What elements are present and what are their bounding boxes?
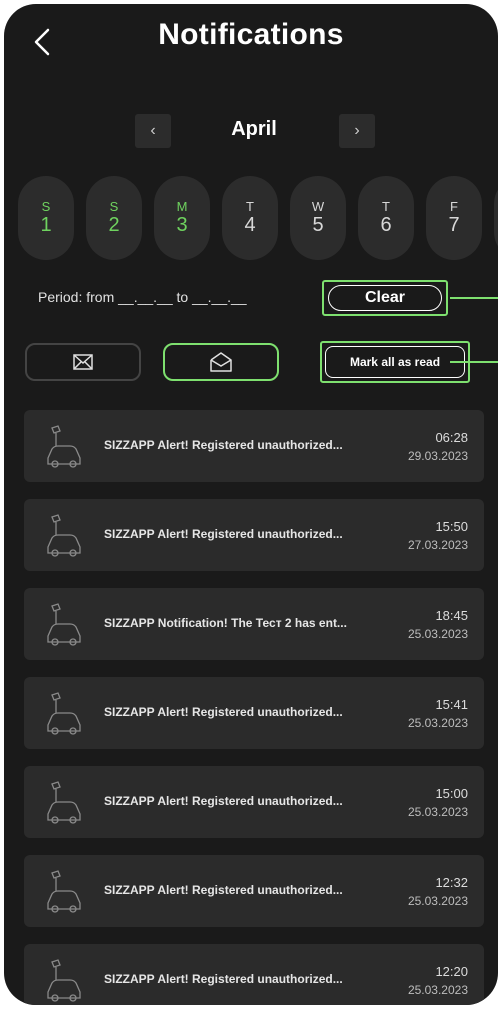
car-alarm-icon [47, 781, 81, 824]
car-alarm-icon [47, 692, 81, 735]
day-pill-partial[interactable] [494, 176, 498, 260]
notification-item[interactable]: SIZZAPP Alert! Registered unauthorized..… [24, 499, 484, 571]
day-letter: M [176, 199, 188, 214]
car-alarm-icon [47, 425, 81, 468]
notification-time: 12:20 [435, 964, 468, 979]
car-alarm-icon [47, 959, 81, 1002]
day-pill-3[interactable]: M 3 [154, 176, 210, 260]
mark-all-read-label: Mark all as read [325, 346, 465, 378]
next-month-button[interactable]: › [339, 114, 375, 148]
notification-item[interactable]: SIZZAPP Alert! Registered unauthorized..… [24, 766, 484, 838]
month-selector: ‹ April › [4, 114, 498, 150]
day-pill-4[interactable]: T 4 [222, 176, 278, 260]
clear-button-label: Clear [328, 285, 442, 311]
car-alarm-icon [47, 603, 81, 646]
day-number: 3 [176, 214, 188, 236]
notification-date: 25.03.2023 [407, 627, 468, 641]
mark-all-read-button[interactable]: Mark all as read [320, 341, 470, 383]
notification-item[interactable]: SIZZAPP Alert! Registered unauthorized..… [24, 410, 484, 482]
car-alarm-icon [47, 514, 81, 557]
clear-button[interactable]: Clear [322, 280, 448, 316]
notification-time: 06:28 [435, 430, 468, 445]
period-range[interactable]: Period: from __.__.__ to __.__.__ [38, 289, 247, 305]
notification-text: SIZZAPP Alert! Registered unauthorized..… [104, 705, 343, 719]
day-pill-5[interactable]: W 5 [290, 176, 346, 260]
callout-line [450, 361, 498, 363]
day-pill-6[interactable]: T 6 [358, 176, 414, 260]
day-picker: S 1 S 2 M 3 T 4 W 5 T 6 F 7 [18, 176, 498, 262]
notification-time: 18:45 [435, 608, 468, 623]
car-alarm-icon [47, 870, 81, 913]
notification-text: SIZZAPP Notification! The Тест 2 has ent… [104, 616, 347, 630]
notification-item[interactable]: SIZZAPP Alert! Registered unauthorized..… [24, 677, 484, 749]
day-number: 1 [40, 214, 52, 236]
notification-item[interactable]: SIZZAPP Alert! Registered unauthorized..… [24, 855, 484, 927]
day-letter: T [382, 199, 390, 214]
day-pill-1[interactable]: S 1 [18, 176, 74, 260]
day-number: 7 [448, 214, 460, 236]
notification-date: 25.03.2023 [407, 983, 468, 997]
day-pill-7[interactable]: F 7 [426, 176, 482, 260]
month-label: April [231, 118, 277, 140]
day-letter: S [41, 199, 51, 214]
day-letter: W [311, 199, 325, 214]
notification-item[interactable]: SIZZAPP Notification! The Тест 2 has ent… [24, 588, 484, 660]
header: Notifications [4, 4, 498, 84]
notification-date: 27.03.2023 [407, 538, 468, 552]
prev-month-button[interactable]: ‹ [135, 114, 171, 148]
notifications-screen: Notifications ‹ April › S 1 S 2 M 3 T 4 … [4, 4, 498, 1005]
notification-item[interactable]: SIZZAPP Alert! Registered unauthorized..… [24, 944, 484, 1005]
day-letter: F [450, 199, 458, 214]
notification-time: 12:32 [435, 875, 468, 890]
day-pill-2[interactable]: S 2 [86, 176, 142, 260]
filter-unread-button[interactable] [25, 343, 141, 381]
notification-text: SIZZAPP Alert! Registered unauthorized..… [104, 527, 343, 541]
day-number: 4 [244, 214, 256, 236]
notification-text: SIZZAPP Alert! Registered unauthorized..… [104, 438, 343, 452]
callout-line [450, 297, 498, 299]
page-title: Notifications [158, 18, 344, 51]
day-number: 2 [108, 214, 120, 236]
day-letter: T [246, 199, 254, 214]
notification-date: 25.03.2023 [407, 894, 468, 908]
notification-text: SIZZAPP Alert! Registered unauthorized..… [104, 883, 343, 897]
notification-time: 15:50 [435, 519, 468, 534]
filter-read-button[interactable] [163, 343, 279, 381]
day-letter: S [109, 199, 119, 214]
notification-text: SIZZAPP Alert! Registered unauthorized..… [104, 972, 343, 986]
day-number: 5 [312, 214, 324, 236]
notification-date: 29.03.2023 [407, 449, 468, 463]
envelope-open-icon [210, 352, 232, 372]
envelope-closed-icon [73, 354, 93, 370]
notification-time: 15:00 [435, 786, 468, 801]
notification-date: 25.03.2023 [407, 805, 468, 819]
notification-time: 15:41 [435, 697, 468, 712]
day-number: 6 [380, 214, 392, 236]
notification-text: SIZZAPP Alert! Registered unauthorized..… [104, 794, 343, 808]
notification-date: 25.03.2023 [407, 716, 468, 730]
